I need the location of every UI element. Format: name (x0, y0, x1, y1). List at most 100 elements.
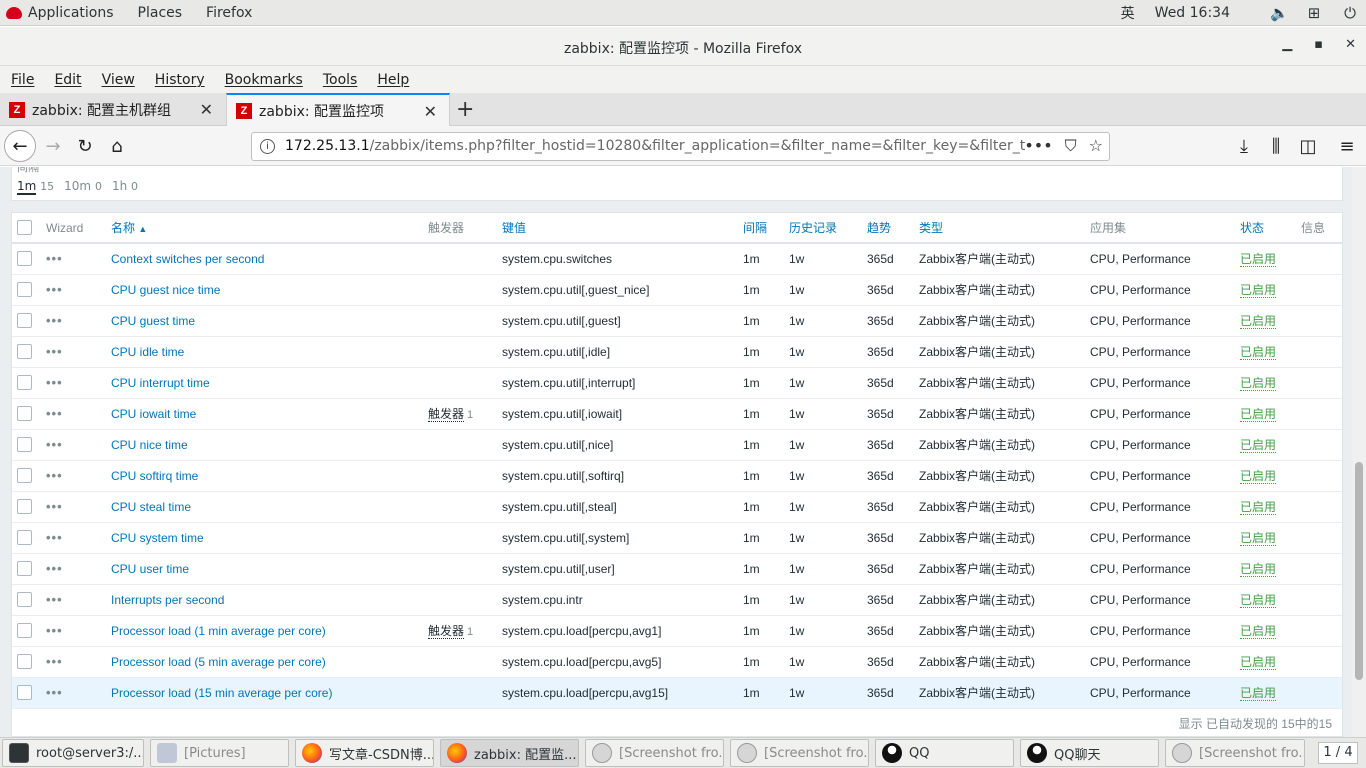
status-toggle-link[interactable]: 已启用 (1240, 562, 1277, 577)
task-qq-chat[interactable]: QQ聊天 (1020, 739, 1159, 767)
status-toggle-link[interactable]: 已启用 (1240, 376, 1277, 391)
sidebar-icon[interactable]: ◫ (1296, 134, 1320, 158)
menu-help[interactable]: Help (377, 72, 409, 88)
workspace-indicator[interactable]: 1 / 4 (1318, 742, 1358, 764)
row-checkbox[interactable] (17, 499, 32, 515)
page-scrollbar[interactable] (1352, 167, 1366, 737)
status-toggle-link[interactable]: 已启用 (1240, 655, 1277, 670)
triggers-link[interactable]: 触发器 (428, 624, 465, 639)
status-toggle-link[interactable]: 已启用 (1240, 531, 1277, 546)
more-actions-icon[interactable]: ••• (46, 313, 63, 328)
status-toggle-link[interactable]: 已启用 (1240, 314, 1277, 329)
row-checkbox[interactable] (17, 623, 32, 639)
status-toggle-link[interactable]: 已启用 (1240, 438, 1277, 453)
row-checkbox[interactable] (17, 344, 32, 360)
item-name-link[interactable]: Interrupts per second (111, 593, 224, 607)
info-icon[interactable]: i (260, 139, 275, 154)
menu-bookmarks[interactable]: Bookmarks (225, 72, 303, 88)
more-actions-icon[interactable]: ••• (46, 654, 63, 669)
status-toggle-link[interactable]: 已启用 (1240, 624, 1277, 639)
col-key[interactable]: 键值 (502, 213, 743, 244)
maximize-icon[interactable]: ▪ (1314, 37, 1323, 52)
col-type[interactable]: 类型 (919, 213, 1090, 244)
more-actions-icon[interactable]: ••• (46, 499, 63, 514)
applications-menu[interactable]: Applications (6, 5, 114, 21)
item-name-link[interactable]: CPU interrupt time (111, 376, 210, 390)
task-qq[interactable]: QQ (875, 739, 1014, 767)
more-actions-icon[interactable]: ••• (46, 251, 63, 266)
network-icon[interactable]: ⊞ (1306, 5, 1322, 21)
row-checkbox[interactable] (17, 375, 32, 391)
row-checkbox[interactable] (17, 561, 32, 577)
interval-10m[interactable]: 10m 0 (64, 179, 102, 193)
more-actions-icon[interactable]: ••• (46, 530, 63, 545)
item-name-link[interactable]: CPU idle time (111, 345, 184, 359)
task-zabbix-firefox[interactable]: zabbix: 配置监... (440, 739, 579, 767)
reload-icon[interactable]: ↻ (73, 134, 97, 158)
item-name-link[interactable]: Processor load (15 min average per core) (111, 686, 332, 700)
menu-tools[interactable]: Tools (323, 72, 358, 88)
close-tab-icon[interactable]: ✕ (424, 102, 437, 121)
item-name-link[interactable]: Processor load (5 min average per core) (111, 655, 326, 669)
menu-view[interactable]: View (102, 72, 135, 88)
row-checkbox[interactable] (17, 406, 32, 422)
interval-1h[interactable]: 1h 0 (112, 179, 138, 193)
col-name[interactable]: 名称 ▲ (111, 213, 428, 244)
menu-file[interactable]: File (11, 72, 34, 88)
status-toggle-link[interactable]: 已启用 (1240, 407, 1277, 422)
status-toggle-link[interactable]: 已启用 (1240, 686, 1277, 701)
firefox-app-menu[interactable]: Firefox (206, 5, 252, 21)
downloads-icon[interactable]: ⤓ (1232, 134, 1256, 158)
close-tab-icon[interactable]: ✕ (200, 100, 213, 119)
task-screenshot-3[interactable]: [Screenshot fro... (1165, 739, 1305, 767)
col-status[interactable]: 状态 (1240, 213, 1301, 244)
task-screenshot-1[interactable]: [Screenshot fro... (585, 739, 724, 767)
item-name-link[interactable]: CPU guest time (111, 314, 195, 328)
row-checkbox[interactable] (17, 313, 32, 329)
more-actions-icon[interactable]: ••• (46, 406, 63, 421)
status-toggle-link[interactable]: 已启用 (1240, 593, 1277, 608)
task-csdn-firefox[interactable]: 写文章-CSDN博... (295, 739, 434, 767)
row-checkbox[interactable] (17, 530, 32, 546)
power-icon[interactable]: ⏻ (1342, 5, 1358, 21)
clock[interactable]: Wed 16:34 (1155, 5, 1230, 21)
page-actions-icon[interactable]: ••• (1024, 136, 1052, 156)
triggers-link[interactable]: 触发器 (428, 407, 465, 422)
pocket-icon[interactable]: ⛉ (1065, 136, 1077, 156)
minimize-icon[interactable]: ▁ (1282, 37, 1292, 52)
menu-history[interactable]: History (155, 72, 205, 88)
status-toggle-link[interactable]: 已启用 (1240, 345, 1277, 360)
col-interval[interactable]: 间隔 (743, 213, 789, 244)
bookmark-star-icon[interactable]: ☆ (1089, 136, 1103, 156)
interval-1m[interactable]: 1m 15 (17, 179, 54, 195)
col-history[interactable]: 历史记录 (789, 213, 867, 244)
select-all-checkbox[interactable] (17, 220, 32, 236)
item-name-link[interactable]: CPU iowait time (111, 407, 196, 421)
item-name-link[interactable]: CPU softirq time (111, 469, 198, 483)
item-name-link[interactable]: Processor load (1 min average per core) (111, 624, 326, 638)
row-checkbox[interactable] (17, 437, 32, 453)
more-actions-icon[interactable]: ••• (46, 282, 63, 297)
row-checkbox[interactable] (17, 654, 32, 670)
input-method-indicator[interactable]: 英 (1121, 3, 1135, 23)
item-name-link[interactable]: CPU guest nice time (111, 283, 220, 297)
item-name-link[interactable]: Context switches per second (111, 252, 264, 266)
more-actions-icon[interactable]: ••• (46, 592, 63, 607)
task-pictures[interactable]: [Pictures] (150, 739, 289, 767)
status-toggle-link[interactable]: 已启用 (1240, 469, 1277, 484)
more-actions-icon[interactable]: ••• (46, 344, 63, 359)
item-name-link[interactable]: CPU user time (111, 562, 189, 576)
volume-icon[interactable]: 🔈 (1270, 5, 1289, 21)
item-name-link[interactable]: CPU system time (111, 531, 204, 545)
tab-host-groups[interactable]: Z zabbix: 配置主机群组 ✕ (0, 93, 225, 126)
places-menu[interactable]: Places (138, 5, 183, 21)
item-name-link[interactable]: CPU nice time (111, 438, 188, 452)
more-actions-icon[interactable]: ••• (46, 685, 63, 700)
back-arrow-icon[interactable]: ← (4, 130, 36, 162)
item-name-link[interactable]: CPU steal time (111, 500, 191, 514)
col-trends[interactable]: 趋势 (867, 213, 919, 244)
new-tab-icon[interactable]: + (456, 97, 474, 122)
more-actions-icon[interactable]: ••• (46, 437, 63, 452)
url-text[interactable]: 172.25.13.1/zabbix/items.php?filter_host… (285, 138, 1025, 154)
row-checkbox[interactable] (17, 251, 32, 267)
